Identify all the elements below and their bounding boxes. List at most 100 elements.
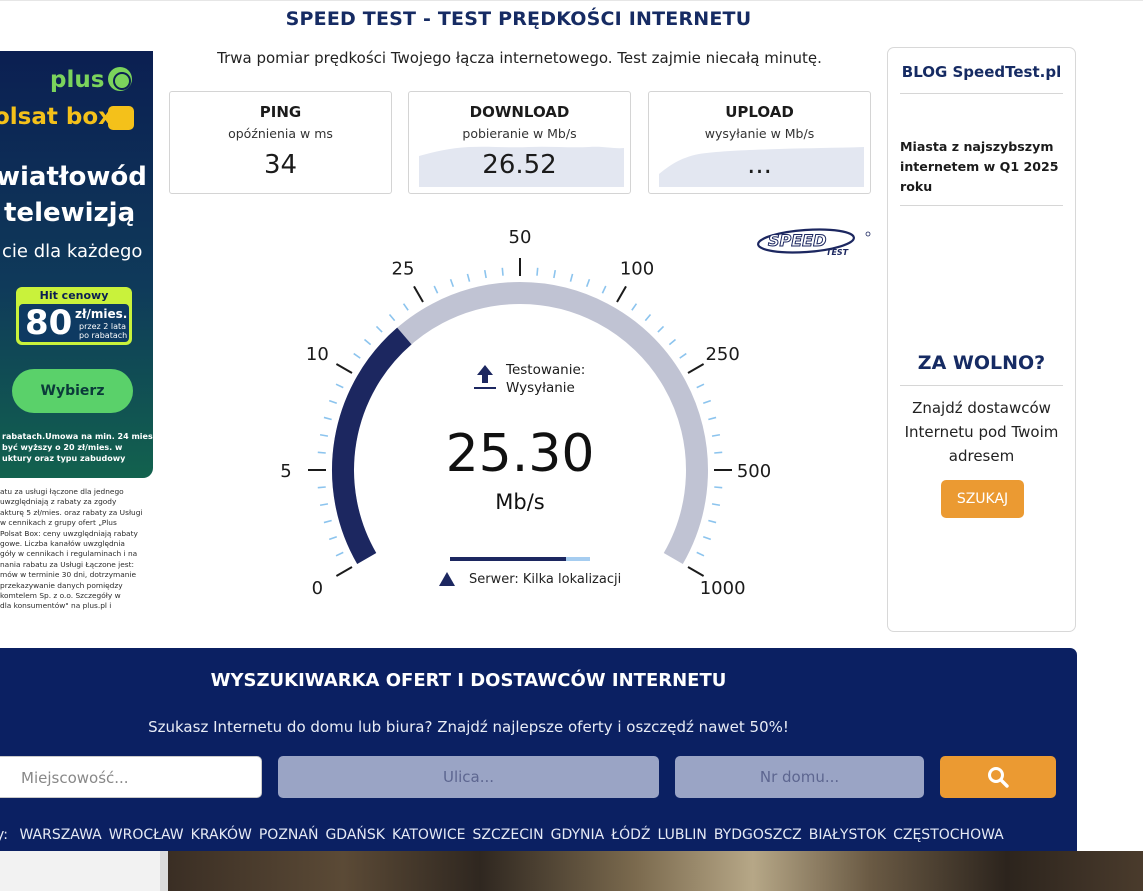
offer-search-subtitle: Szukasz Internetu do domu lub biura? Zna… [148,718,789,736]
ad-price-box: Hit cenowy 80 zł/mies. przez 2 lata po r… [16,287,132,345]
top-divider [0,0,1143,1]
gauge-minor-tick [328,399,338,405]
city-link[interactable]: BIAŁYSTOK [809,827,886,843]
download-title: DOWNLOAD [469,103,570,121]
gauge-tick-label: 100 [620,258,654,279]
city-link[interactable]: KRAKÓW [191,827,252,843]
ad-legal-line: akturę 5 zł/mies. oraz rabaty za Usługi [0,507,143,517]
ad-price-number: 80 [25,303,73,343]
too-slow-text: Znajdź dostawców Internetu pod Twoim adr… [904,399,1059,465]
ad-price-note-1: przez 2 lata [79,322,127,331]
ad-legal-text: atu za usługi łączone dla jednego uwzględ… [0,487,145,615]
gauge-major-tick [687,363,705,374]
ad-legal-line: góły w cennikach i regulaminach i na [0,549,138,559]
city-link[interactable]: BYDGOSZCZ [714,827,802,843]
gauge-tick-label: 500 [737,461,771,482]
gauge-minor-tick [335,551,344,557]
city-link[interactable]: GDAŃSK [325,827,385,843]
upload-arrow-icon [474,365,496,389]
ad-legal-line: przekazywanie danych pomiędzy [0,580,123,590]
gauge-minor-tick [553,269,557,279]
street-input[interactable]: Ulica... [278,756,659,798]
gauge-minor-tick [657,325,665,333]
search-icon [988,767,1009,788]
gauge-minor-tick [696,551,705,557]
ad-price-note-2: po rabatach [79,331,128,340]
ad-headline-1: wiatłowód [0,162,147,192]
ad-legal-line: dla konsumentów" na plus.pl i [0,601,112,611]
popular-cities-list: y: WARSZAWA WROCŁAW KRAKÓW POZNAŃ GDAŃSK KATO… [0,827,1077,843]
download-panel: DOWNLOAD pobieranie w Mb/s 26.52 [408,91,631,194]
download-value: 26.52 [482,150,557,180]
ad-price-unit: zł/mies. [75,307,128,321]
gauge-tick-label: 1000 [700,578,746,599]
gauge-minor-tick [363,338,372,346]
city-input[interactable]: Miejscowość... [0,756,262,798]
gauge-minor-tick [323,416,332,421]
city-link[interactable]: LUBLIN [657,827,706,843]
blog-title[interactable]: BLOG SpeedTest.pl [888,63,1075,81]
current-speed-value: 25.30 [445,424,595,484]
city-link[interactable]: SZCZECIN [473,827,544,843]
test-progress-fill [450,557,567,561]
city-link[interactable]: WARSZAWA [19,827,101,843]
city-link[interactable]: POZNAŃ [259,827,319,843]
gauge-status-phase: Wysyłanie [506,380,575,396]
house-number-input[interactable]: Nr domu... [675,756,924,798]
city-link[interactable]: KATOWICE [392,827,466,843]
gauge-minor-tick [679,352,687,359]
gauge-tick-label: 5 [280,461,291,482]
gauge-minor-tick [696,383,705,389]
upload-subtitle: wysyłanie w Mb/s [704,126,815,141]
ad-legal-line: gowe. Liczba kanałów uwzględnia [0,539,125,549]
gauge-major-tick [616,285,627,303]
gauge-major-tick [413,285,424,303]
offer-search-section: WYSZUKIWARKA OFERT I DOSTAWCÓW INTERNETU… [0,648,1077,851]
ad-legal-line: atu za usługi łączone dla jednego [0,487,124,496]
ad-fine-print-1: rabatach.Umowa na min. 24 mies. [2,432,153,441]
ad-headline-2: telewizją [4,198,136,228]
ping-subtitle: opóźnienia w ms [228,126,333,141]
sidebar-divider [900,385,1063,386]
gauge-tick-label: 50 [509,227,532,248]
gauge-minor-tick [402,303,409,311]
gauge-tick-label: 10 [306,344,329,365]
test-progress-bar [450,557,590,561]
gauge-minor-tick [317,451,326,454]
ad-fine-print-2: być wyższy o 20 zł/mies. w [2,443,123,452]
gauge-minor-tick [353,352,361,359]
gauge-minor-tick [328,535,338,541]
city-link[interactable]: ŁÓDŹ [611,827,650,843]
advertisement-banner[interactable]: plus olsat box wiatłowód telewizją cie d… [0,51,153,478]
city-link[interactable]: CZĘSTOCHOWA [893,827,1004,843]
plus-logo-icon [108,67,132,91]
find-providers-button[interactable]: SZUKAJ [941,480,1024,518]
ad-fine-print-3: uktury oraz typu zabudowy [2,454,126,463]
blog-article-link[interactable]: Miasta z najszybszym internetem w Q1 202… [900,137,1063,197]
gauge-minor-tick [702,535,712,541]
gauge-minor-tick [708,416,717,421]
ad-choose-button[interactable]: Wybierz [12,369,133,413]
gauge-minor-tick [319,433,329,437]
gauge-minor-tick [483,269,487,279]
server-label: Serwer: Kilka lokalizacji [469,572,622,587]
upload-value: ... [747,150,772,180]
gauge-major-tick [335,566,353,577]
gauge-tick-label: 250 [705,344,739,365]
polsat-logo-icon [108,106,134,130]
gauge-minor-tick [375,325,383,333]
gauge-status-label: Testowanie: [506,362,586,378]
current-speed-unit: Mb/s [495,490,545,514]
gauge-minor-tick [711,503,721,507]
gauge-minor-tick [466,273,471,282]
gauge-minor-tick [569,273,574,282]
gauge-minor-tick [714,451,723,454]
upload-panel: UPLOAD wysyłanie w Mb/s ... [648,91,871,194]
forest-photo [168,851,1143,891]
city-link[interactable]: WROCŁAW [109,827,184,843]
search-button[interactable] [940,756,1056,798]
city-link[interactable]: GDYNIA [551,827,605,843]
gauge-minor-tick [631,303,638,311]
bottom-left-edge [160,851,168,891]
gauge-minor-tick [501,267,504,276]
